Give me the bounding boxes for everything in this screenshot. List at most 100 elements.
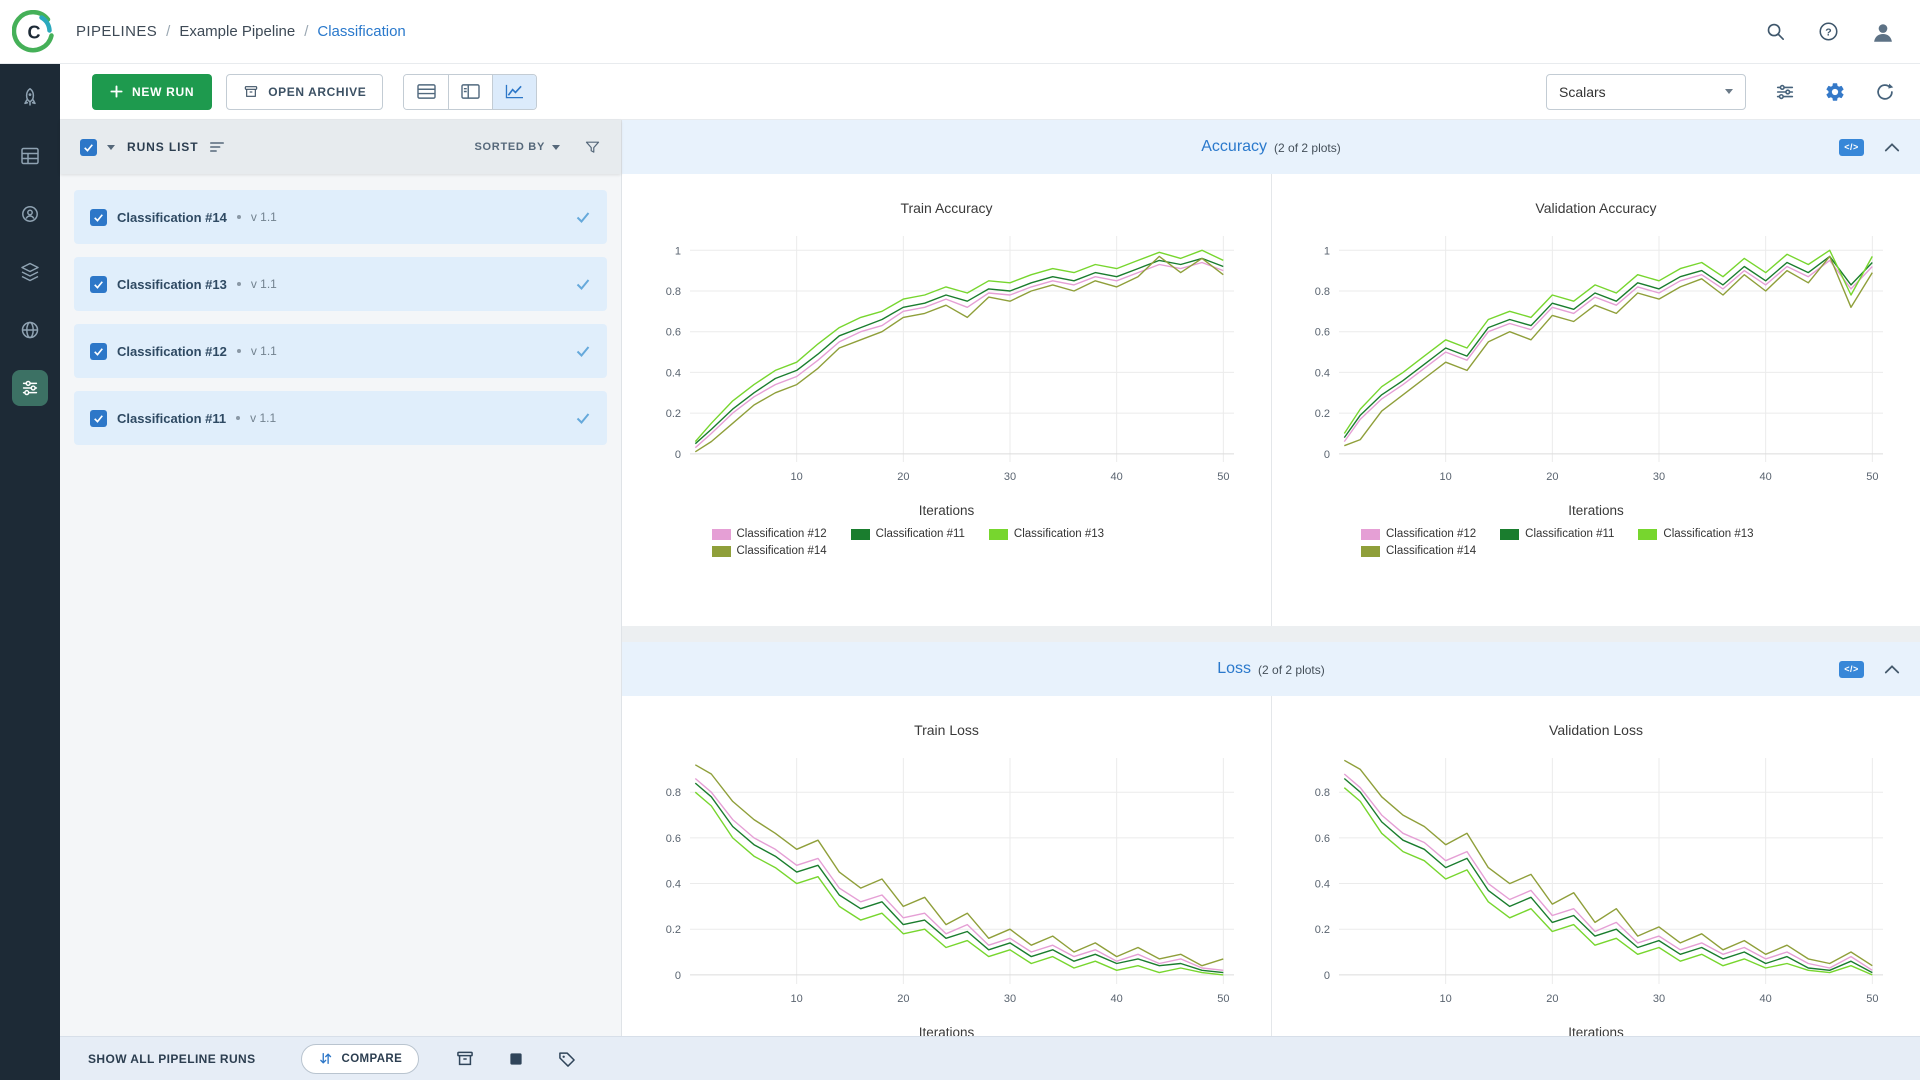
series-line xyxy=(1343,249,1873,434)
search-button[interactable] xyxy=(1764,20,1787,43)
pipelines-sliders-icon xyxy=(22,380,38,396)
separator-dot xyxy=(236,282,241,286)
profile-button[interactable] xyxy=(1870,19,1896,45)
split-view-toggle[interactable] xyxy=(448,74,493,109)
svg-text:20: 20 xyxy=(1546,471,1558,483)
plot-canvas[interactable]: 10 20 30 40 50 0 0.2 0.4 0.6 0.8 xyxy=(1291,746,1901,1018)
section-actions: </> xyxy=(1839,120,1900,174)
rail-item-dashboard[interactable] xyxy=(12,80,48,116)
legend-item[interactable]: Classification #14 xyxy=(1361,545,1476,557)
compare-button[interactable]: COMPARE xyxy=(301,1043,420,1074)
run-item[interactable]: Classification #14 v 1.1 xyxy=(74,190,607,244)
legend-label: Classification #11 xyxy=(875,528,965,540)
rail-item-reports[interactable] xyxy=(12,138,48,174)
open-archive-button[interactable]: OPEN ARCHIVE xyxy=(226,73,384,110)
run-checkbox[interactable] xyxy=(90,409,107,427)
legend-item[interactable]: Classification #12 xyxy=(1361,528,1476,540)
svg-text:0.4: 0.4 xyxy=(1315,367,1330,379)
run-item[interactable]: Classification #13 v 1.1 xyxy=(74,257,607,311)
collapse-chevron-icon[interactable] xyxy=(1884,663,1900,675)
plot-canvas[interactable]: 10 20 30 40 50 0 0.2 0.4 0.6 0.8 xyxy=(642,746,1252,1018)
legend-item[interactable]: Classification #11 xyxy=(850,528,965,540)
column-settings-icon[interactable] xyxy=(208,139,226,155)
plot-canvas[interactable]: 10 20 30 40 50 0 0.2 0.4 0.6 0.8 1 xyxy=(1291,224,1901,496)
settings-button[interactable] xyxy=(1824,81,1846,103)
tag-icon[interactable] xyxy=(557,1049,577,1069)
table-view-toggle[interactable] xyxy=(404,74,449,109)
svg-text:0.8: 0.8 xyxy=(665,286,680,298)
new-run-label: NEW RUN xyxy=(132,84,195,99)
svg-text:0: 0 xyxy=(1324,970,1330,982)
legend-item[interactable]: Classification #12 xyxy=(711,528,827,540)
run-checkbox[interactable] xyxy=(90,342,107,360)
train-accuracy-chart: Train Accuracy 10 20 30 40 50 0 0.2 0.4 0.6 0.8 1 … xyxy=(622,174,1271,626)
show-all-pipeline-runs-link[interactable]: SHOW ALL PIPELINE RUNS xyxy=(88,1052,255,1066)
svg-text:?: ? xyxy=(1825,26,1831,38)
run-status-check-icon xyxy=(575,209,591,225)
embed-code-icon[interactable]: </> xyxy=(1839,138,1864,156)
breadcrumb-project[interactable]: Example Pipeline xyxy=(179,23,295,40)
x-axis-label: Iterations xyxy=(1568,503,1624,518)
breadcrumb-current: Classification xyxy=(317,23,406,40)
filter-funnel-icon[interactable] xyxy=(584,139,601,156)
run-item[interactable]: Classification #12 v 1.1 xyxy=(74,324,607,378)
svg-text:40: 40 xyxy=(1760,993,1772,1005)
svg-text:0: 0 xyxy=(674,449,680,461)
rail-item-models[interactable] xyxy=(12,196,48,232)
legend-item[interactable]: Classification #14 xyxy=(711,545,827,557)
plot-area[interactable]: 10 20 30 40 50 0 0.2 0.4 0.6 0.8 1 xyxy=(1291,224,1901,501)
svg-text:0: 0 xyxy=(1324,449,1330,461)
svg-text:10: 10 xyxy=(790,471,802,483)
separator-dot xyxy=(236,349,241,353)
archive-icon[interactable] xyxy=(455,1049,475,1069)
legend-item[interactable]: Classification #13 xyxy=(1638,528,1754,540)
runs-list-items: Classification #14 v 1.1 Classification … xyxy=(60,174,621,461)
accuracy-section: Accuracy (2 of 2 plots) </> Train Accura… xyxy=(622,120,1920,626)
toolbar-right-actions: Scalars xyxy=(1546,73,1896,110)
plot-canvas[interactable]: 10 20 30 40 50 0 0.2 0.4 0.6 0.8 1 xyxy=(642,224,1252,496)
plot-area[interactable]: 10 20 30 40 50 0 0.2 0.4 0.6 0.8 xyxy=(1291,746,1901,1023)
svg-text:50: 50 xyxy=(1217,993,1229,1005)
collapse-chevron-icon[interactable] xyxy=(1884,141,1900,153)
plot-area[interactable]: 10 20 30 40 50 0 0.2 0.4 0.6 0.8 1 xyxy=(642,224,1252,501)
split-view-icon xyxy=(461,84,481,99)
select-all-caret-icon[interactable] xyxy=(107,144,115,150)
svg-text:30: 30 xyxy=(1653,993,1665,1005)
svg-text:0.6: 0.6 xyxy=(665,833,680,845)
run-checkbox[interactable] xyxy=(90,208,107,226)
section-title: Loss xyxy=(1217,660,1252,677)
series-line xyxy=(694,764,1224,967)
clearml-logo[interactable]: C xyxy=(8,9,60,54)
archive-icon xyxy=(245,85,258,97)
check-icon xyxy=(94,414,103,423)
select-all-checkbox[interactable] xyxy=(80,138,97,156)
workspace: RUNS LIST SORTED BY Classification #14 v… xyxy=(60,120,1920,1036)
help-button[interactable]: ? xyxy=(1817,20,1840,43)
metric-view-select[interactable]: Scalars xyxy=(1546,73,1746,110)
legend-item[interactable]: Classification #11 xyxy=(1500,528,1614,540)
side-nav-rail xyxy=(0,64,60,1080)
rail-item-pipelines[interactable] xyxy=(12,370,48,406)
breadcrumb-separator: / xyxy=(304,23,309,40)
svg-text:40: 40 xyxy=(1110,471,1122,483)
run-item[interactable]: Classification #11 v 1.1 xyxy=(74,391,607,445)
abort-stop-icon[interactable] xyxy=(507,1050,525,1068)
legend-label: Classification #12 xyxy=(1386,528,1477,540)
auto-refresh-button[interactable] xyxy=(1874,81,1896,103)
rail-item-datasets[interactable] xyxy=(12,254,48,290)
x-axis-label: Iterations xyxy=(1568,1025,1624,1036)
plot-area[interactable]: 10 20 30 40 50 0 0.2 0.4 0.6 0.8 xyxy=(642,746,1252,1023)
validation-loss-chart: Validation Loss 10 20 30 40 50 0 0.2 0.4 0.6 0.8 … xyxy=(1271,696,1920,1036)
breadcrumb-pipelines[interactable]: PIPELINES xyxy=(76,23,157,40)
section-divider xyxy=(622,626,1920,642)
new-run-button[interactable]: NEW RUN xyxy=(92,73,213,110)
sorted-by-control[interactable]: SORTED BY xyxy=(475,141,560,153)
plot-settings-button[interactable] xyxy=(1774,81,1796,103)
svg-text:1: 1 xyxy=(1324,245,1330,257)
run-checkbox[interactable] xyxy=(90,275,107,293)
legend-item[interactable]: Classification #13 xyxy=(988,528,1105,540)
chart-view-toggle[interactable] xyxy=(492,74,537,109)
rail-item-hyper-datasets[interactable] xyxy=(12,312,48,348)
legend-label: Classification #13 xyxy=(1013,528,1105,540)
embed-code-icon[interactable]: </> xyxy=(1839,660,1864,678)
